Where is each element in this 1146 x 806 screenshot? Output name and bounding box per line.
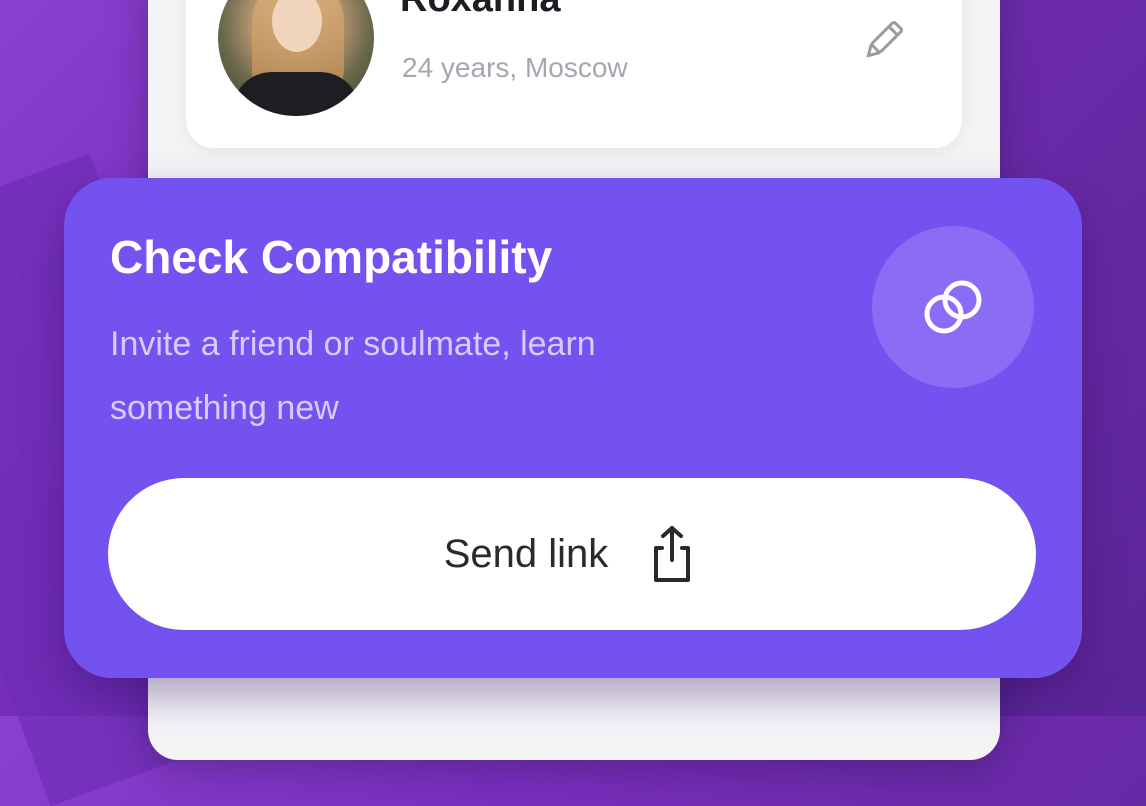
avatar-shirt <box>232 72 360 116</box>
send-link-button[interactable]: Send link <box>108 478 1036 630</box>
profile-name: Roxanna <box>400 0 560 21</box>
send-link-label: Send link <box>443 531 609 576</box>
compatibility-title: Check Compatibility <box>110 231 553 283</box>
linked-rings-icon <box>872 226 1034 388</box>
share-icon <box>654 526 691 582</box>
compatibility-description: Invite a friend or soulmate, learn somet… <box>110 325 596 427</box>
pencil-icon[interactable] <box>858 14 910 66</box>
profile-subtitle: 24 years, Moscow <box>402 52 628 83</box>
avatar[interactable] <box>218 0 374 116</box>
